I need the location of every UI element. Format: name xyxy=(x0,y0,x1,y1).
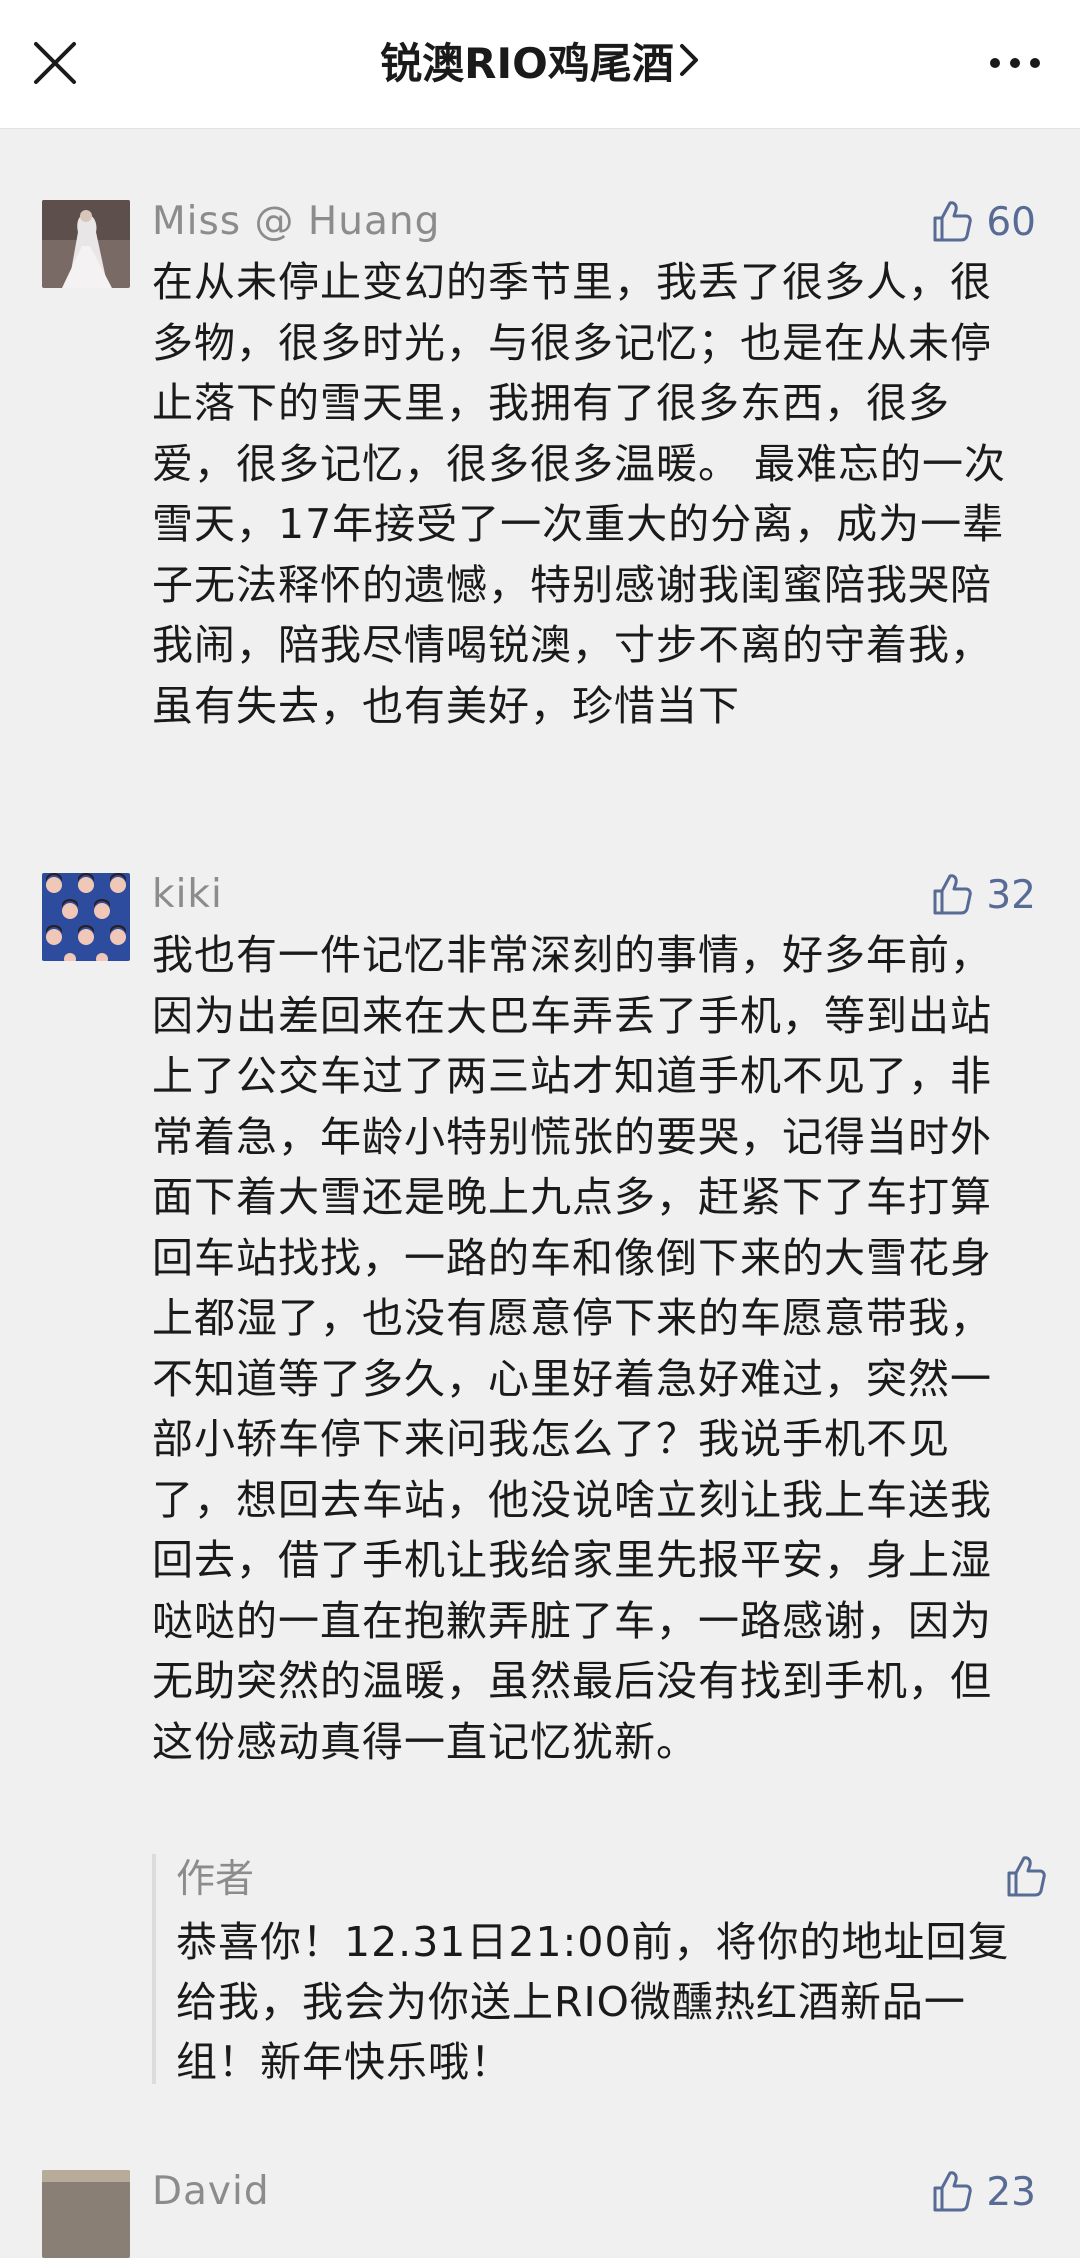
reply-like-button[interactable] xyxy=(1006,1854,1046,1902)
author-reply: 作者 恭喜你！12.31日21:00前，将你的地址回复给我，我会为你送上RIO微… xyxy=(152,1854,1046,2086)
comment-nickname: Miss @ Huang xyxy=(152,199,441,244)
comment-text: 我也有一件记忆非常深刻的事情，好多年前，因为出差回来在大巴车弄丢了手机，等到出站… xyxy=(152,931,992,1766)
avatar[interactable] xyxy=(42,873,130,961)
comment-nickname: kiki xyxy=(152,872,223,917)
avatar[interactable] xyxy=(42,2170,130,2258)
top-bar: 锐澳RIO鸡尾酒 xyxy=(0,0,1080,129)
chevron-right-icon xyxy=(678,36,700,92)
comment-nickname: David xyxy=(152,2169,270,2214)
reply-author: 作者 xyxy=(176,1857,255,1902)
thumbs-up-icon xyxy=(932,2169,973,2217)
thumbs-up-icon xyxy=(1006,1856,1046,1902)
like-button[interactable]: 23 xyxy=(932,2166,1036,2220)
like-count: 23 xyxy=(986,2170,1036,2215)
reply-text: 恭喜你！12.31日21:00前，将你的地址回复给我，我会为你送上RIO微醺热红… xyxy=(176,1918,1010,2086)
more-dots-icon[interactable] xyxy=(988,48,1042,78)
like-button[interactable]: 60 xyxy=(932,196,1036,250)
comment-text: 在从未停止变幻的季节里，我丢了很多人，很多物，很多时光，与很多记忆；也是在从未停… xyxy=(152,258,1007,730)
thumbs-up-icon xyxy=(932,199,973,247)
like-count: 60 xyxy=(986,200,1036,245)
account-title[interactable]: 锐澳RIO鸡尾酒 xyxy=(0,36,1080,92)
thumbs-up-icon xyxy=(932,872,973,920)
avatar[interactable] xyxy=(42,200,130,288)
like-count: 32 xyxy=(986,873,1036,918)
account-title-text[interactable]: 锐澳RIO鸡尾酒 xyxy=(380,39,674,88)
like-button[interactable]: 32 xyxy=(932,869,1036,923)
